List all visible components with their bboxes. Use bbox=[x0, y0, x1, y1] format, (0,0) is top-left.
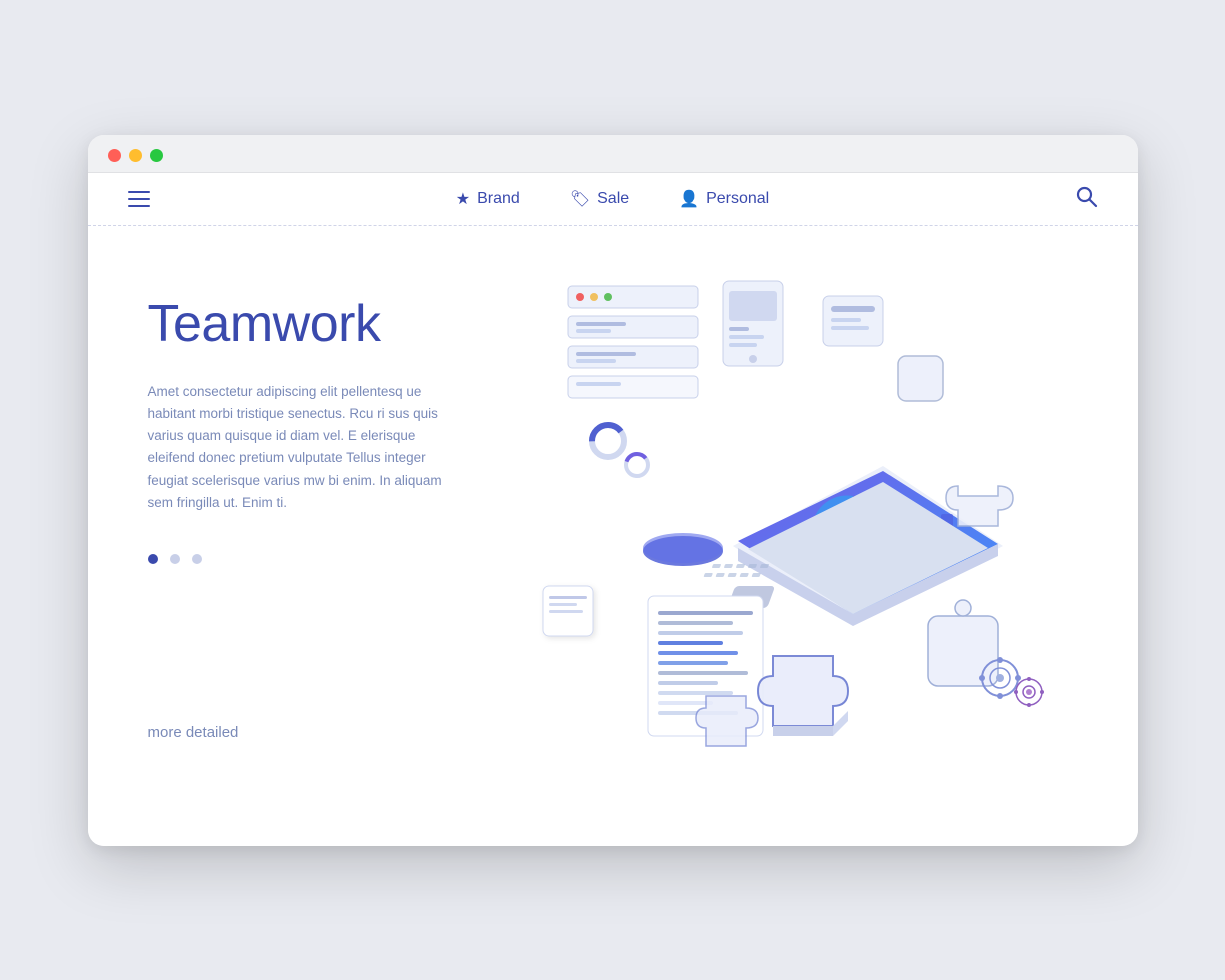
tag-icon: 🏷 bbox=[570, 189, 590, 209]
user-icon: 👤 bbox=[679, 189, 699, 209]
hero-description: Amet consectetur adipiscing elit pellent… bbox=[148, 381, 458, 515]
carousel-dots bbox=[148, 554, 528, 564]
hamburger-line bbox=[128, 198, 150, 200]
close-button[interactable] bbox=[108, 149, 121, 162]
nav-personal-label: Personal bbox=[706, 190, 769, 208]
hamburger-menu[interactable] bbox=[128, 191, 150, 207]
hero-title: Teamwork bbox=[148, 296, 528, 353]
minimize-button[interactable] bbox=[129, 149, 142, 162]
browser-toolbar bbox=[88, 135, 1138, 173]
maximize-button[interactable] bbox=[150, 149, 163, 162]
hamburger-line bbox=[128, 205, 150, 207]
search-button[interactable] bbox=[1074, 184, 1098, 214]
isometric-svg bbox=[528, 266, 1108, 786]
nav-links: ★ Brand 🏷 Sale 👤 Personal bbox=[456, 189, 769, 209]
nav-brand-label: Brand bbox=[477, 190, 520, 208]
navbar: ★ Brand 🏷 Sale 👤 Personal bbox=[88, 173, 1138, 226]
star-icon: ★ bbox=[456, 189, 470, 209]
dot-2[interactable] bbox=[170, 554, 180, 564]
browser-content: ★ Brand 🏷 Sale 👤 Personal bbox=[88, 173, 1138, 846]
browser-window: ★ Brand 🏷 Sale 👤 Personal bbox=[88, 135, 1138, 846]
nav-sale-link[interactable]: 🏷 Sale bbox=[570, 189, 629, 209]
dot-1[interactable] bbox=[148, 554, 158, 564]
nav-personal-link[interactable]: 👤 Personal bbox=[679, 189, 769, 209]
main-content: Teamwork Amet consectetur adipiscing eli… bbox=[88, 226, 1138, 846]
nav-sale-label: Sale bbox=[597, 190, 629, 208]
nav-brand-link[interactable]: ★ Brand bbox=[456, 189, 520, 209]
illustration bbox=[528, 266, 1108, 786]
dot-3[interactable] bbox=[192, 554, 202, 564]
left-content: Teamwork Amet consectetur adipiscing eli… bbox=[148, 276, 528, 742]
hamburger-line bbox=[128, 191, 150, 193]
more-detailed-link[interactable]: more detailed bbox=[148, 724, 528, 741]
